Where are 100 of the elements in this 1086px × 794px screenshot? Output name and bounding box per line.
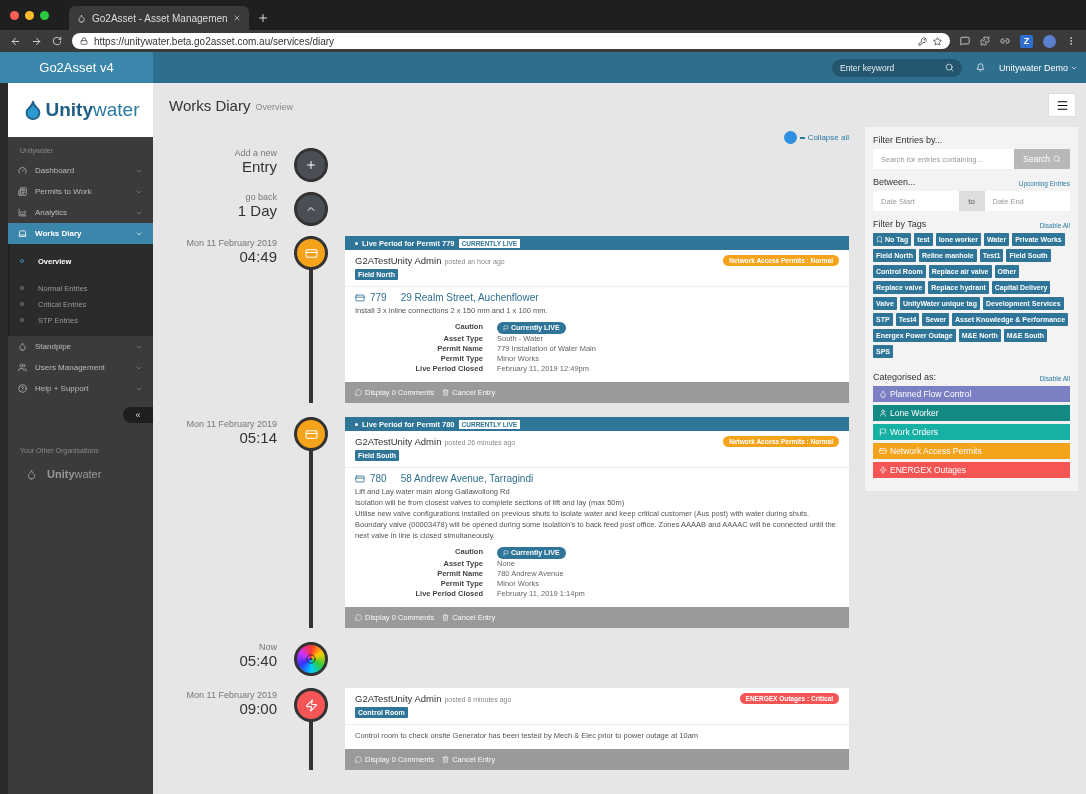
entry-time: 09:00 — [238, 700, 277, 717]
star-icon[interactable] — [933, 36, 942, 46]
unitywater-logo: Unitywater — [45, 99, 140, 121]
categories-title: Categorised as: — [873, 372, 937, 382]
card-icon — [355, 473, 365, 484]
help-icon — [18, 384, 27, 393]
timeline-heading: 1 Day — [236, 202, 277, 219]
browser-tab[interactable]: Go2Asset - Asset Managemen — [69, 6, 249, 30]
trash-icon — [442, 389, 450, 396]
reload-icon[interactable] — [52, 36, 62, 46]
droplet-icon — [879, 390, 887, 398]
collapse-all-link[interactable]: Collapse all — [807, 133, 849, 142]
category-filter[interactable]: ENERGEX Outages — [873, 462, 1070, 478]
area-chart-icon — [18, 208, 27, 217]
to-label: to — [958, 191, 985, 211]
entry-time: 05:14 — [238, 429, 277, 446]
bolt-icon — [879, 466, 887, 474]
timeline-heading: Entry — [241, 158, 277, 175]
add-entry-button[interactable] — [294, 148, 328, 182]
link-icon[interactable] — [1000, 36, 1010, 46]
minimize-window-icon[interactable] — [25, 10, 34, 20]
keyword-search[interactable]: Enter keyword — [831, 58, 962, 77]
org-link[interactable]: Unitywater — [47, 468, 102, 480]
close-window-icon[interactable] — [10, 10, 19, 20]
plus-icon — [305, 159, 317, 171]
flag-icon — [503, 325, 509, 331]
tags-title: Filter by Tags — [873, 219, 927, 229]
bolt-icon — [304, 698, 318, 712]
app-brand: Go2Asset v4 — [0, 52, 153, 83]
puzzle-icon[interactable] — [980, 36, 990, 46]
card-icon — [304, 427, 318, 441]
new-tab-icon[interactable] — [257, 12, 269, 24]
menu-button[interactable] — [1048, 93, 1076, 117]
nav-item[interactable]: Users Management — [8, 357, 153, 378]
nav-item[interactable]: Works Diary — [8, 223, 153, 244]
between-label: Between... — [873, 177, 916, 187]
extension-button[interactable]: Z — [1020, 34, 1033, 48]
bullet-icon — [355, 241, 358, 245]
disc-icon — [306, 654, 316, 664]
menu-icon — [1055, 98, 1069, 112]
timeline-caption: Add a new — [233, 148, 277, 158]
close-tab-icon[interactable] — [233, 14, 241, 22]
category-filter[interactable]: Planned Flow Control — [873, 386, 1070, 402]
search-icon[interactable] — [944, 63, 954, 72]
user-menu[interactable]: Unitywater Demo — [998, 62, 1078, 73]
card-icon — [304, 246, 318, 260]
permit-address: 29 Realm Street, Auchenflower — [400, 292, 539, 303]
permit-link[interactable]: 779 — [370, 292, 387, 303]
collapse-sidebar-button[interactable]: « — [123, 407, 153, 423]
category-filter[interactable]: Lone Worker — [873, 405, 1070, 421]
droplet-icon — [18, 342, 27, 351]
nav-item[interactable]: Help + Support — [8, 378, 153, 399]
newspaper-icon — [18, 187, 27, 196]
comment-icon — [355, 614, 362, 621]
trash-icon — [442, 614, 450, 621]
card-icon — [355, 292, 365, 303]
timeline-caption: go back — [244, 192, 277, 202]
profile-avatar[interactable] — [1043, 34, 1056, 48]
comment-icon — [355, 389, 362, 396]
flag-icon — [503, 550, 509, 556]
maximize-window-icon[interactable] — [40, 10, 49, 20]
permit-link[interactable]: 780 — [370, 473, 387, 484]
laptop-icon — [18, 229, 27, 238]
gauge-icon — [18, 166, 27, 175]
filter-title: Filter Entries by... — [873, 135, 944, 145]
flag-icon — [879, 428, 887, 436]
users-icon — [18, 363, 27, 372]
category-filter[interactable]: Work Orders — [873, 424, 1070, 440]
droplet-icon — [26, 468, 37, 480]
entry-date: Mon 11 February 2019 — [185, 690, 277, 700]
lock-icon — [80, 37, 88, 45]
bookmark-icon — [876, 236, 883, 243]
collapse-icon[interactable] — [783, 131, 797, 144]
forward-icon[interactable] — [31, 35, 42, 47]
search-icon — [1052, 155, 1061, 163]
nav-item[interactable]: Permits to Work — [8, 181, 153, 202]
timeline-heading: 05:40 — [238, 652, 277, 669]
back-icon[interactable] — [10, 35, 21, 47]
chat-icon[interactable] — [960, 36, 970, 46]
entry-date: Mon 11 February 2019 — [185, 419, 277, 429]
comment-icon — [355, 756, 362, 763]
key-icon[interactable] — [918, 36, 927, 46]
page-title: Works Diary — [169, 96, 251, 114]
timeline-caption: Now — [258, 642, 277, 652]
nav-item[interactable]: Standpipe — [8, 336, 153, 357]
trash-icon — [442, 756, 450, 763]
droplet-icon — [77, 13, 86, 23]
go-back-button[interactable] — [294, 192, 328, 226]
person-icon — [879, 409, 887, 417]
bullet-icon — [355, 422, 358, 426]
address-bar[interactable]: https://unitywater.beta.go2asset.com.au/services/diary — [72, 33, 950, 49]
entry-time: 04:49 — [238, 248, 277, 265]
minus-icon — [799, 136, 805, 139]
card-icon — [879, 447, 887, 455]
nav-item[interactable]: Analytics — [8, 202, 153, 223]
bell-icon[interactable] — [975, 63, 985, 72]
nav-item[interactable]: Dashboard — [8, 160, 153, 181]
permit-address: 58 Andrew Avenue, Tarragindi — [400, 473, 534, 484]
page-subtitle: Overview — [255, 102, 293, 112]
entry-date: Mon 11 February 2019 — [185, 238, 277, 248]
